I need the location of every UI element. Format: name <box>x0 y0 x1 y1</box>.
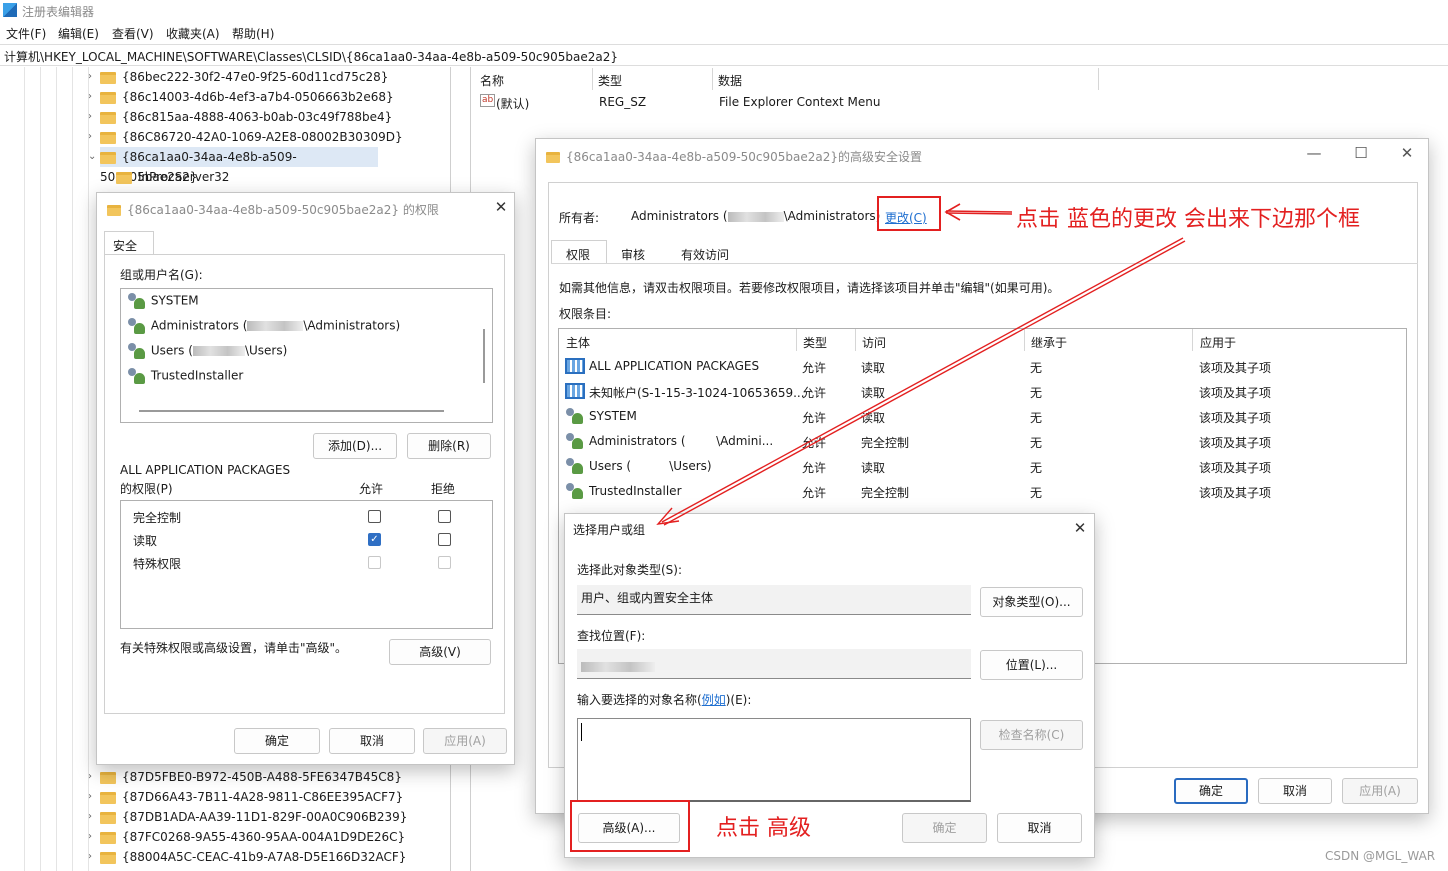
arrow-to-change <box>944 203 1013 221</box>
annotation-arrows <box>656 203 1186 526</box>
annotation-top: 点击 蓝色的更改 会出来下边那个框 <box>1016 207 1360 232</box>
arrow-to-select-dialog <box>656 237 1186 526</box>
annotation-bottom: 点击 高级 <box>716 816 811 841</box>
watermark: CSDN @MGL_WAR <box>1325 849 1436 863</box>
